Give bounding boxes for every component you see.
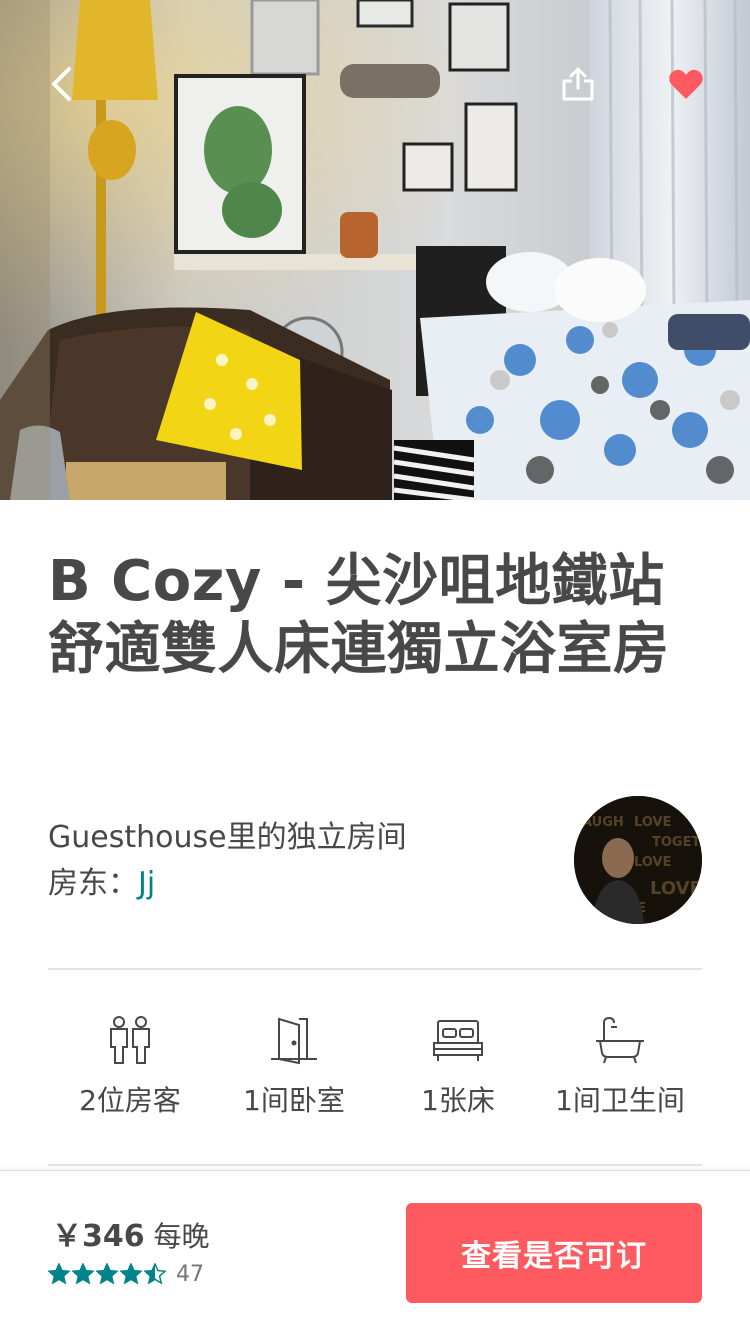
host-line: 房东：Jj bbox=[48, 864, 155, 904]
host-name-link[interactable]: Jj bbox=[138, 866, 155, 901]
amenity-guests-label: 2位房客 bbox=[79, 1084, 181, 1117]
listing-photo[interactable] bbox=[0, 0, 750, 500]
host-avatar[interactable]: LOVE TOGETHER LOVE LOVE LIVE AUGH bbox=[574, 796, 702, 924]
door-icon bbox=[271, 1017, 317, 1065]
bathtub-icon bbox=[596, 1016, 644, 1064]
booking-bar: ￥346 每晚 47 查看是否可订 bbox=[0, 1170, 750, 1334]
amenity-bathrooms: 1间卫生间 bbox=[538, 1010, 702, 1118]
rating-stars bbox=[48, 1263, 166, 1285]
review-count: 47 bbox=[176, 1261, 204, 1287]
host-label: 房东： bbox=[48, 866, 138, 901]
section-divider bbox=[48, 968, 702, 970]
room-photo-image bbox=[0, 0, 750, 500]
heart-icon bbox=[669, 69, 703, 99]
svg-text:TOGETHER: TOGETHER bbox=[652, 835, 702, 850]
back-button[interactable] bbox=[34, 56, 90, 112]
amenity-bedrooms-label: 1间卧室 bbox=[243, 1084, 345, 1117]
star-full-icon bbox=[120, 1263, 142, 1285]
guests-icon bbox=[110, 1016, 150, 1064]
check-availability-button[interactable]: 查看是否可订 bbox=[406, 1203, 702, 1303]
price-amount: ￥346 bbox=[52, 1219, 145, 1254]
star-full-icon bbox=[72, 1263, 94, 1285]
amenity-beds: 1张床 bbox=[376, 1010, 540, 1118]
room-type: Guesthouse里的独立房间 bbox=[48, 820, 407, 855]
star-full-icon bbox=[48, 1263, 70, 1285]
amenity-beds-label: 1张床 bbox=[421, 1084, 495, 1117]
star-full-icon bbox=[96, 1263, 118, 1285]
star-half-icon bbox=[144, 1263, 166, 1285]
rating[interactable]: 47 bbox=[48, 1261, 204, 1287]
share-icon bbox=[562, 67, 594, 101]
amenity-bedrooms: 1间卧室 bbox=[212, 1010, 376, 1118]
favorite-button[interactable] bbox=[658, 56, 714, 112]
svg-text:LOVE: LOVE bbox=[634, 855, 671, 870]
amenity-guests: 2位房客 bbox=[48, 1010, 212, 1118]
amenities-row: 2位房客 1间卧室 1张床 1间卫生间 bbox=[48, 1010, 702, 1130]
svg-text:AUGH: AUGH bbox=[582, 815, 624, 830]
section-divider bbox=[48, 1164, 702, 1166]
listing-title: B Cozy - 尖沙咀地鐵站舒適雙人床連獨立浴室房 bbox=[48, 549, 670, 682]
chevron-left-icon bbox=[52, 67, 71, 101]
price: ￥346 每晚 bbox=[52, 1217, 210, 1257]
bed-icon bbox=[433, 1020, 483, 1061]
svg-text:LOVE: LOVE bbox=[650, 878, 702, 899]
host-avatar-image: LOVE TOGETHER LOVE LOVE LIVE AUGH bbox=[574, 796, 702, 924]
svg-text:LOVE: LOVE bbox=[634, 815, 671, 830]
amenity-bathrooms-label: 1间卫生间 bbox=[555, 1084, 685, 1117]
price-unit: 每晚 bbox=[153, 1220, 210, 1253]
share-button[interactable] bbox=[550, 56, 606, 112]
